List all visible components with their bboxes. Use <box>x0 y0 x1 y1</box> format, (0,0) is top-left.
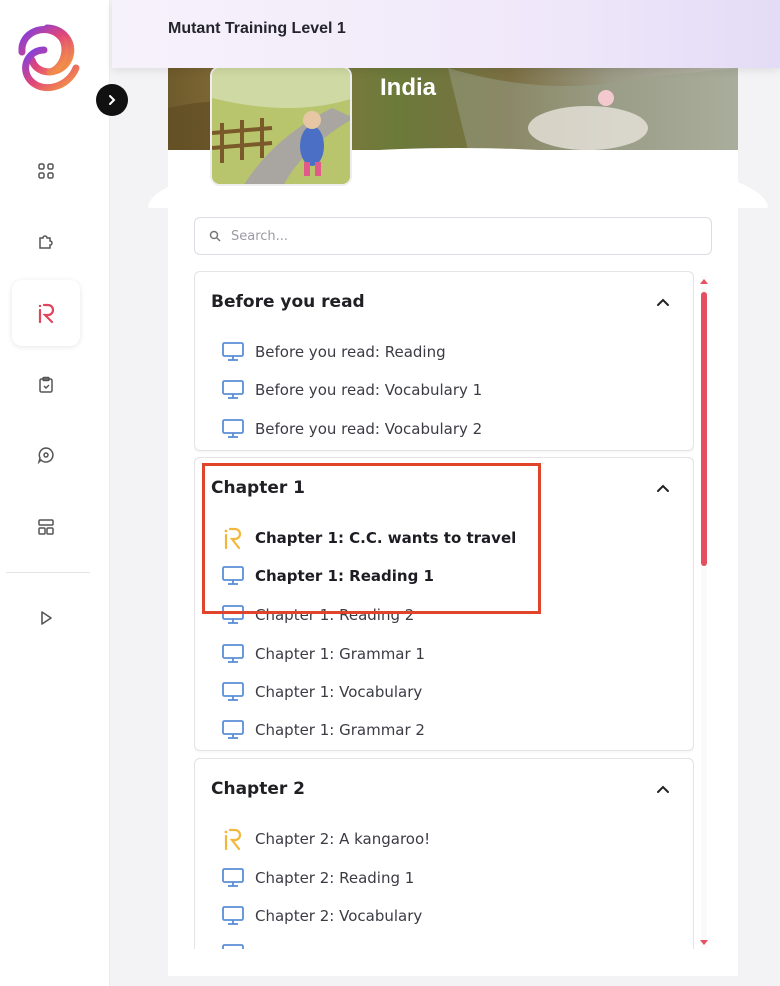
section-title: Chapter 2 <box>211 779 306 799</box>
list-scrollbar[interactable] <box>698 276 710 948</box>
section-title: Chapter 1 <box>211 478 306 498</box>
list-item-label: Chapter 1: Vocabulary <box>255 683 423 701</box>
chevron-right-icon <box>109 95 116 105</box>
list-item[interactable]: Chapter 1: Vocabulary <box>221 678 422 706</box>
book-title: India <box>380 74 437 101</box>
puzzle-icon <box>39 235 53 249</box>
layout-icon <box>38 519 54 535</box>
nav-item-activities[interactable] <box>12 208 80 274</box>
list-item-label: Chapter 1: Reading 1 <box>255 567 434 585</box>
sidebar-expand-button[interactable] <box>96 84 128 116</box>
list-item-partial[interactable] <box>221 940 245 949</box>
list-item[interactable]: Chapter 1: C.C. wants to travel <box>221 524 516 552</box>
nav-item-play[interactable] <box>12 585 80 651</box>
book-panel: India Before you read Before you read: R… <box>148 66 768 976</box>
monitor-icon <box>222 566 244 585</box>
list-item-label: Before you read: Vocabulary 2 <box>255 420 483 438</box>
list-item-label: Before you read: Reading <box>255 343 446 361</box>
apps-icon <box>38 163 54 179</box>
clipboard-icon <box>39 376 53 393</box>
monitor-icon <box>222 906 244 925</box>
nav-item-apps[interactable] <box>12 138 80 204</box>
section-title: Before you read <box>211 292 365 312</box>
nav-item-assignments[interactable] <box>12 352 80 418</box>
list-item[interactable]: Chapter 2: A kangaroo! <box>221 825 430 853</box>
list-item[interactable]: Before you read: Vocabulary 2 <box>221 415 482 443</box>
list-item-label: Chapter 2: A kangaroo! <box>255 830 431 848</box>
book-cover-image <box>210 66 352 186</box>
monitor-icon <box>222 720 244 739</box>
list-item[interactable]: Chapter 1: Grammar 1 <box>221 640 425 668</box>
list-item[interactable]: Before you read: Reading <box>221 338 446 366</box>
section-chapter-2: Chapter 2 Chapter 2: A kangaroo! Chapter… <box>194 758 694 949</box>
nav-item-reading[interactable] <box>12 280 80 346</box>
list-item[interactable]: Chapter 1: Grammar 2 <box>221 716 425 744</box>
chat-icon <box>37 447 54 464</box>
list-item[interactable]: Chapter 1: Reading 1 <box>221 562 434 590</box>
sidebar-divider <box>6 572 90 573</box>
chevron-up-icon[interactable] <box>655 294 671 310</box>
reading-r-icon <box>38 303 55 324</box>
chevron-up-icon[interactable] <box>655 480 671 496</box>
reading-r-icon <box>224 527 242 550</box>
list-item-label: Chapter 2: Reading 1 <box>255 869 415 887</box>
section-before-you-read: Before you read Before you read: Reading… <box>194 271 694 451</box>
lesson-list: Before you read Before you read: Reading… <box>194 271 694 949</box>
monitor-icon <box>222 419 244 438</box>
search-input[interactable] <box>231 228 671 244</box>
chevron-up-icon[interactable] <box>655 781 671 797</box>
search-icon <box>209 230 221 242</box>
play-icon <box>41 611 52 625</box>
list-item-label: Chapter 1: Grammar 1 <box>255 645 425 663</box>
monitor-icon <box>222 944 244 949</box>
list-item-label: Before you read: Vocabulary 1 <box>255 381 483 399</box>
page-title: Mutant Training Level 1 <box>168 20 346 37</box>
top-bar: Mutant Training Level 1 <box>112 0 780 68</box>
nav-item-messages[interactable] <box>12 422 80 488</box>
monitor-icon <box>222 605 244 624</box>
list-item[interactable]: Before you read: Vocabulary 1 <box>221 376 482 404</box>
scroll-down-arrow-icon[interactable] <box>698 938 710 948</box>
list-item[interactable]: Chapter 1: Reading 2 <box>221 601 414 629</box>
monitor-icon <box>222 380 244 399</box>
scroll-up-arrow-icon[interactable] <box>698 276 710 286</box>
monitor-icon <box>222 868 244 887</box>
scrollbar-thumb[interactable] <box>701 292 707 566</box>
list-item-label: Chapter 2: Vocabulary <box>255 907 423 925</box>
reading-r-icon <box>224 828 242 851</box>
list-item-label: Chapter 1: Reading 2 <box>255 606 415 624</box>
nav-item-layout[interactable] <box>12 494 80 560</box>
monitor-icon <box>222 682 244 701</box>
list-item[interactable]: Chapter 2: Vocabulary <box>221 902 422 930</box>
search-box[interactable] <box>194 217 712 255</box>
monitor-icon <box>222 644 244 663</box>
list-item[interactable]: Chapter 2: Reading 1 <box>221 864 414 892</box>
section-chapter-1: Chapter 1 Chapter 1: C.C. wants to trave… <box>194 457 694 751</box>
list-item-label: Chapter 1: Grammar 2 <box>255 721 425 739</box>
sidebar <box>0 0 128 986</box>
app-logo[interactable] <box>6 18 88 100</box>
list-item-label: Chapter 1: C.C. wants to travel <box>255 529 517 547</box>
monitor-icon <box>222 342 244 361</box>
